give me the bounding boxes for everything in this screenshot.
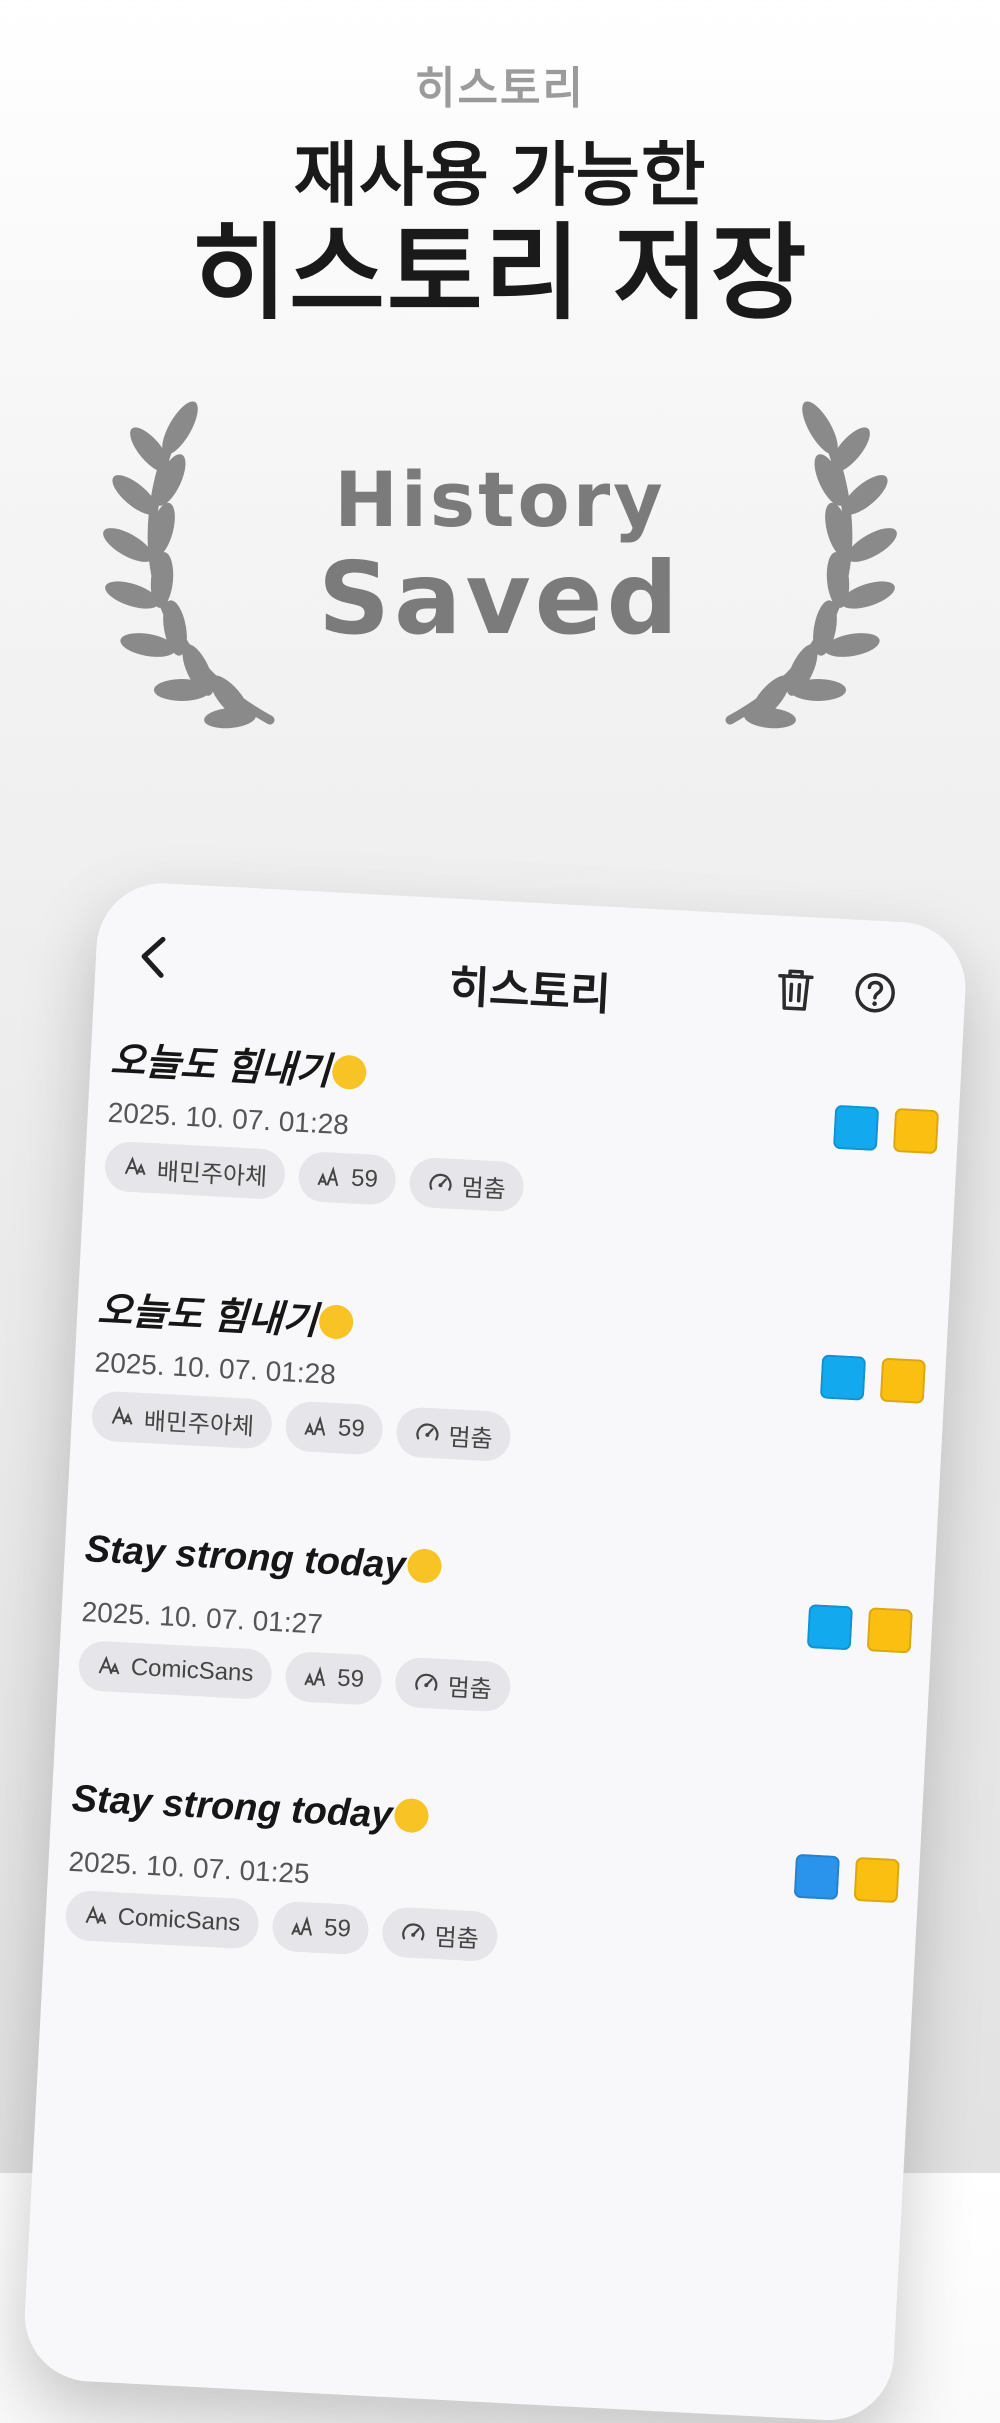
size-chip: 59 — [284, 1650, 384, 1706]
history-item-chips: ComicSans 59 멈춤 — [77, 1640, 512, 1713]
speedometer-icon — [416, 1423, 439, 1441]
font-chip: ComicSans — [77, 1640, 273, 1701]
history-item-chips: 배민주아체 59 멈춤 — [103, 1140, 526, 1213]
text-size-icon — [317, 1166, 339, 1187]
history-list: 오늘도 힘내기 2025. 10. 07. 01:28 배민주아체 59 멈춤 — [64, 880, 969, 1963]
kiss-emoji-icon — [318, 1304, 355, 1340]
history-item-date: 2025. 10. 07. 01:25 — [67, 1845, 311, 1890]
speed-chip: 멈춤 — [394, 1656, 512, 1713]
history-item-text: 오늘도 힘내기 — [96, 1279, 355, 1347]
speed-chip: 멈춤 — [395, 1406, 512, 1463]
history-saved-badge: History Saved — [100, 400, 900, 730]
background-color-swatch — [853, 1856, 900, 1904]
size-chip: 59 — [297, 1150, 398, 1206]
color-swatches — [819, 1354, 927, 1404]
promo-title: 재사용 가능한 히스토리 저장 — [0, 140, 1000, 326]
font-icon — [124, 1156, 146, 1176]
font-chip: 배민주아체 — [103, 1140, 287, 1201]
promo-subtitle: 히스토리 — [415, 64, 585, 113]
text-size-icon — [290, 1915, 312, 1936]
history-item[interactable]: 오늘도 힘내기 2025. 10. 07. 01:28 배민주아체 59 멈춤 — [102, 1029, 941, 1272]
history-item-date: 2025. 10. 07. 01:28 — [93, 1346, 337, 1390]
speedometer-icon — [402, 1923, 425, 1941]
kiss-emoji-icon — [406, 1548, 443, 1584]
speed-chip: 멈춤 — [381, 1906, 499, 1963]
trash-icon[interactable] — [774, 966, 816, 1014]
kiss-emoji-icon — [331, 1054, 368, 1091]
history-item-chips: ComicSans 59 멈춤 — [64, 1889, 499, 1963]
promo-title-line1: 재사용 가능한 — [293, 136, 707, 214]
background-color-swatch — [866, 1607, 913, 1654]
history-item[interactable]: Stay strong today 2025. 10. 07. 01:25 Co… — [63, 1778, 902, 2021]
screen-title: 히스토리 — [447, 962, 612, 1020]
kiss-emoji-icon — [393, 1797, 430, 1834]
history-item[interactable]: Stay strong today 2025. 10. 07. 01:27 Co… — [76, 1528, 915, 1771]
help-circle-icon[interactable] — [852, 970, 898, 1016]
laurel-right-icon — [725, 401, 897, 729]
history-item-text: Stay strong today — [84, 1528, 443, 1590]
speed-chip: 멈춤 — [408, 1156, 526, 1213]
font-icon — [111, 1406, 133, 1425]
history-item-chips: 배민주아체 59 멈춤 — [90, 1390, 512, 1463]
font-icon — [85, 1905, 107, 1925]
text-color-swatch — [819, 1354, 867, 1401]
badge-line1: History — [334, 455, 666, 544]
phone-screen: 히스토리 오늘도 힘내기 2025. 10. 07. 01:28 배민주아체 5… — [21, 880, 969, 2423]
speedometer-icon — [415, 1673, 438, 1691]
color-swatches — [806, 1604, 913, 1654]
font-icon — [98, 1655, 120, 1675]
font-chip: 배민주아체 — [90, 1390, 274, 1450]
history-item-text: 오늘도 힘내기 — [109, 1029, 368, 1097]
background-color-swatch — [879, 1357, 927, 1404]
text-color-swatch — [832, 1104, 880, 1152]
history-item[interactable]: 오늘도 힘내기 2025. 10. 07. 01:28 배민주아체 59 멈춤 — [89, 1279, 928, 1522]
color-swatches — [832, 1104, 940, 1155]
history-item-date: 2025. 10. 07. 01:28 — [107, 1096, 350, 1141]
speedometer-icon — [429, 1173, 452, 1191]
laurel-left-icon — [103, 401, 275, 729]
color-swatches — [793, 1853, 900, 1904]
text-color-swatch — [806, 1604, 854, 1651]
text-size-icon — [304, 1415, 326, 1436]
size-chip: 59 — [270, 1900, 371, 1956]
promo-title-line2: 히스토리 저장 — [191, 216, 809, 332]
text-size-icon — [303, 1666, 325, 1687]
size-chip: 59 — [284, 1400, 384, 1456]
background-color-swatch — [892, 1107, 940, 1155]
badge-line2: Saved — [317, 540, 683, 657]
text-color-swatch — [793, 1853, 840, 1901]
history-item-text: Stay strong today — [71, 1778, 430, 1840]
history-item-date: 2025. 10. 07. 01:27 — [80, 1596, 324, 1640]
font-chip: ComicSans — [64, 1889, 260, 1950]
